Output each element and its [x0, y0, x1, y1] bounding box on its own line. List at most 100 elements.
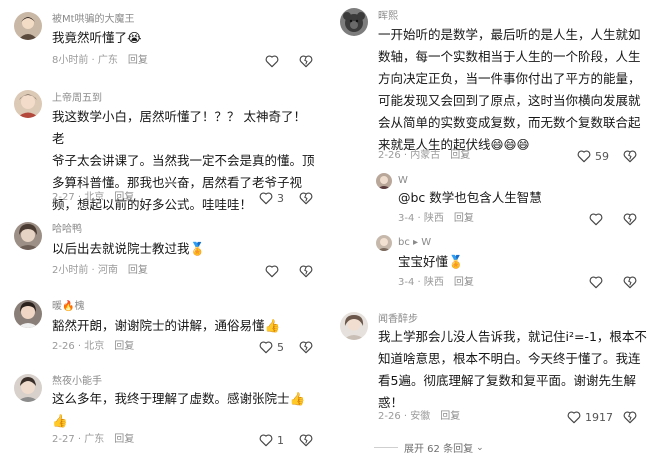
- comment-text: 宝宝好懂🏅: [398, 254, 464, 269]
- username[interactable]: bc ▸ W: [398, 236, 431, 249]
- timestamp-location: 8小时前 · 广东: [52, 55, 118, 66]
- heart-icon: [259, 434, 273, 447]
- heart-icon: [577, 150, 591, 163]
- avatar[interactable]: [14, 222, 42, 250]
- comment-line: 👍: [52, 413, 68, 428]
- comment-line: 数轴，每一个实数相当于人生的一个阶段，人生: [378, 49, 641, 64]
- avatar[interactable]: [376, 235, 392, 251]
- like-count: 3: [277, 191, 284, 205]
- dislike-button[interactable]: [298, 53, 314, 69]
- like-button[interactable]: 5: [258, 339, 284, 355]
- like-count: 5: [277, 340, 284, 354]
- avatar[interactable]: [340, 312, 368, 340]
- dislike-button[interactable]: [622, 274, 638, 290]
- timestamp-location: 2小时前 · 河南: [52, 265, 118, 276]
- comment-line: 可能发现又会回到了原点，这时当你横向发展就: [378, 93, 641, 108]
- username[interactable]: W: [398, 174, 408, 187]
- reply: bc ▸ W 宝宝好懂🏅 3-4 · 陕西 回复: [334, 232, 650, 296]
- username[interactable]: 熬夜小能手: [52, 375, 102, 388]
- broken-heart-icon: [623, 276, 637, 289]
- username[interactable]: 暖🔥槐: [52, 300, 84, 313]
- username[interactable]: 哈哈鸭: [52, 223, 82, 236]
- comment-meta: 8小时前 · 广东 回复: [52, 54, 148, 68]
- like-count: 1917: [585, 410, 613, 424]
- comment-line: 会从简单的实数变成复数，而无数个复数联合起: [378, 115, 641, 130]
- heart-icon: [265, 265, 279, 278]
- comment-meta: 2小时前 · 河南 回复: [52, 264, 148, 278]
- reply-button[interactable]: 回复: [114, 434, 134, 445]
- dislike-button[interactable]: [298, 339, 314, 355]
- like-count: 59: [595, 149, 609, 163]
- like-button[interactable]: 1917: [566, 409, 613, 425]
- comment-line: 这么多年，我终于理解了虚数。感谢张院士👍: [52, 391, 306, 406]
- broken-heart-icon: [299, 434, 313, 447]
- chevron-down-icon: ⌄: [476, 442, 484, 453]
- broken-heart-icon: [623, 150, 637, 163]
- timestamp-location: 2-26 · 北京: [52, 341, 105, 352]
- like-button[interactable]: [264, 263, 280, 279]
- heart-icon: [589, 276, 603, 289]
- avatar[interactable]: [376, 173, 392, 189]
- comment-text: 以后出去就说院士教过我🏅: [52, 241, 206, 256]
- reply-button[interactable]: 回复: [128, 265, 148, 276]
- dislike-button[interactable]: [298, 190, 314, 206]
- dislike-button[interactable]: [298, 432, 314, 448]
- comment-meta: 2-27 · 广东 回复: [52, 433, 134, 447]
- comment-line: 我上学那会儿没人告诉我，就记住i²=-1，根本不: [378, 329, 647, 344]
- comment: 上帝周五到 我这数学小白，居然听懂了！？？ 太神奇了！ 老 爷子太会讲课了。当然…: [0, 76, 324, 212]
- avatar[interactable]: [14, 300, 42, 328]
- timestamp-location: 2-27 · 广东: [52, 434, 105, 445]
- comment-meta: 2-26 · 北京 回复: [52, 340, 134, 354]
- broken-heart-icon: [299, 265, 313, 278]
- comment-meta: 3-4 · 陕西 回复: [398, 276, 474, 290]
- dislike-button[interactable]: [298, 263, 314, 279]
- broken-heart-icon: [623, 411, 637, 424]
- comment: 晖熙 一开始听的是数学，最后听的是人生，人生就如 数轴，每一个实数相当于人生的一…: [334, 0, 650, 170]
- dislike-button[interactable]: [622, 148, 638, 164]
- dislike-button[interactable]: [622, 409, 638, 425]
- broken-heart-icon: [623, 213, 637, 226]
- expand-replies-button[interactable]: 展开 62 条回复 ⌄: [374, 440, 484, 455]
- username[interactable]: 闻香醉步: [378, 313, 418, 326]
- timestamp-location: 3-4 · 陕西: [398, 277, 444, 288]
- like-button[interactable]: 59: [576, 148, 609, 164]
- comment-line: 一开始听的是数学，最后听的是人生，人生就如: [378, 27, 641, 42]
- heart-icon: [567, 411, 581, 424]
- avatar[interactable]: [14, 12, 42, 40]
- username[interactable]: 上帝周五到: [52, 92, 102, 105]
- timestamp-location: 2-27 · 北京: [52, 192, 105, 203]
- panel-gutter: [324, 0, 334, 466]
- like-button[interactable]: [588, 274, 604, 290]
- screenshot: 被Mt哄骗的大魔王 我竟然听懂了😭 8小时前 · 广东 回复 上帝周五到 我这数学…: [0, 0, 650, 466]
- username[interactable]: 被Mt哄骗的大魔王: [52, 13, 135, 26]
- comment-text: 一开始听的是数学，最后听的是人生，人生就如 数轴，每一个实数相当于人生的一个阶段…: [378, 24, 648, 156]
- comment-text: 我竟然听懂了😭: [52, 30, 142, 45]
- reply: W @bc 数学也包含人生智慧 3-4 · 陕西 回复: [334, 170, 650, 230]
- comment: 被Mt哄骗的大魔王 我竟然听懂了😭 8小时前 · 广东 回复: [0, 0, 324, 76]
- reply-button[interactable]: 回复: [454, 213, 474, 224]
- reply-button[interactable]: 回复: [440, 411, 460, 422]
- comment-line: 爷子太会讲课了。当然我一定不会是真的懂。顶: [52, 153, 315, 168]
- reply-button[interactable]: 回复: [114, 192, 134, 203]
- reply-button[interactable]: 回复: [128, 55, 148, 66]
- like-button[interactable]: 3: [258, 190, 284, 206]
- like-button[interactable]: 1: [258, 432, 284, 448]
- comment: 哈哈鸭 以后出去就说院士教过我🏅 2小时前 · 河南 回复: [0, 212, 324, 286]
- comment-text: 豁然开朗，谢谢院士的讲解，通俗易懂👍: [52, 318, 281, 333]
- reply-button[interactable]: 回复: [114, 341, 134, 352]
- reply-button[interactable]: 回复: [454, 277, 474, 288]
- reply-button[interactable]: 回复: [450, 150, 470, 161]
- like-button[interactable]: [588, 211, 604, 227]
- broken-heart-icon: [299, 341, 313, 354]
- avatar[interactable]: [14, 374, 42, 402]
- heart-icon: [589, 213, 603, 226]
- broken-heart-icon: [299, 192, 313, 205]
- expand-replies-label: 展开 62 条回复: [404, 444, 474, 455]
- avatar[interactable]: [340, 8, 368, 36]
- comment-text: 我上学那会儿没人告诉我，就记住i²=-1，根本不 知道啥意思，根本不明白。今天终…: [378, 326, 648, 414]
- like-button[interactable]: [264, 53, 280, 69]
- dislike-button[interactable]: [622, 211, 638, 227]
- username[interactable]: 晖熙: [378, 10, 398, 23]
- avatar[interactable]: [14, 90, 42, 118]
- comment-meta: 2-26 · 内蒙古 回复: [378, 149, 470, 163]
